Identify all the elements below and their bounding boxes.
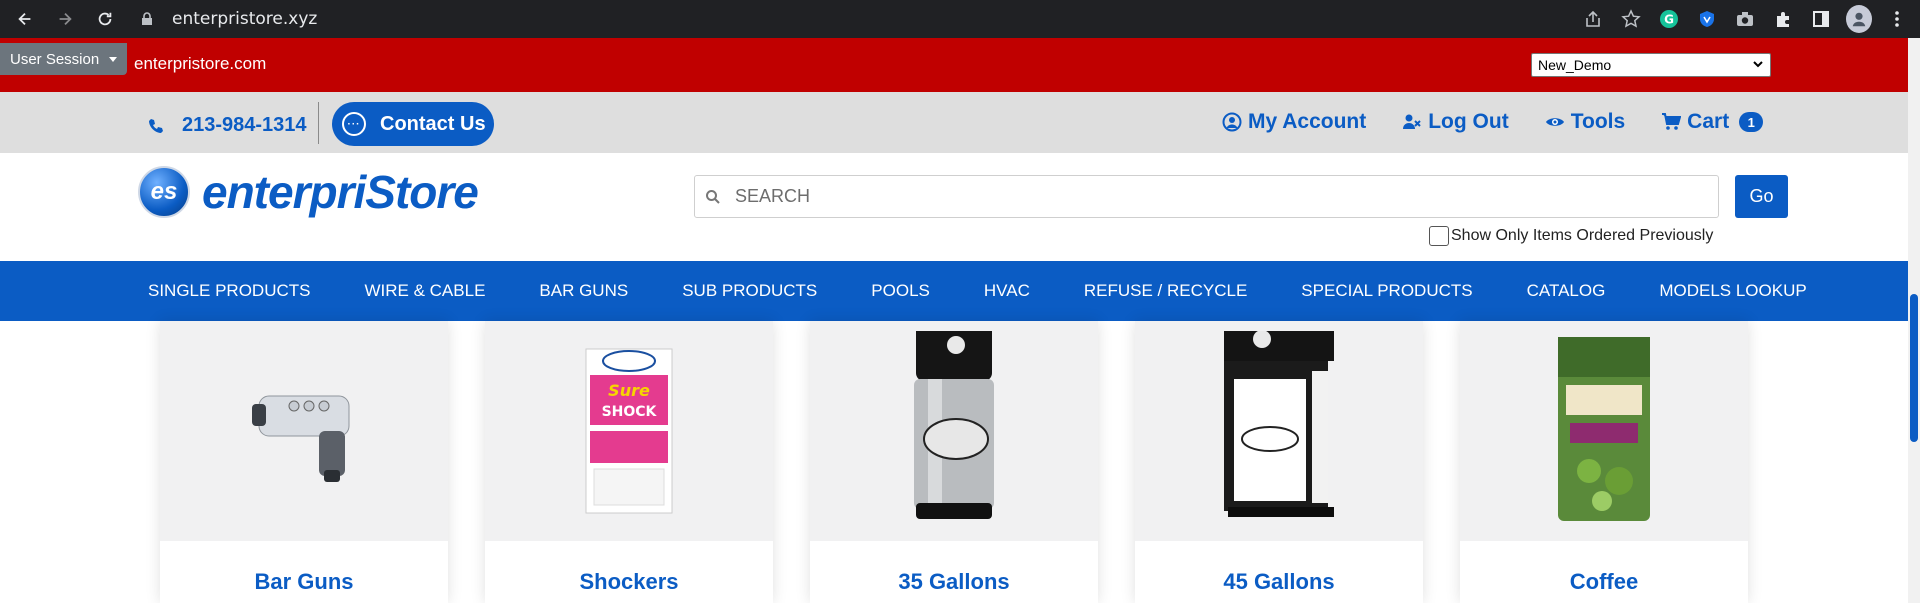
- logo-text: enterpriStore: [202, 166, 479, 218]
- product-card[interactable]: 45 Gallons: [1135, 321, 1423, 603]
- bookmark-star-icon[interactable]: [1618, 6, 1644, 32]
- contact-us-button[interactable]: ··· Contact Us: [332, 102, 494, 146]
- chevron-down-icon: [1752, 57, 1764, 73]
- log-out-link[interactable]: Log Out: [1402, 110, 1509, 134]
- product-image-35-gallon-receptacle[interactable]: [810, 321, 1098, 541]
- cart-icon: [1662, 113, 1682, 130]
- nav-item-models-lookup[interactable]: MODELS LOOKUP: [1659, 281, 1806, 301]
- tools-link[interactable]: Tools: [1545, 110, 1625, 134]
- tools-label: Tools: [1570, 110, 1626, 133]
- nav-item-refuse-recycle[interactable]: REFUSE / RECYCLE: [1084, 281, 1247, 301]
- user-remove-icon: [1403, 114, 1421, 129]
- product-card[interactable]: Sure SHOCK Shockers: [485, 321, 773, 603]
- back-icon[interactable]: [14, 8, 36, 30]
- log-out-label: Log Out: [1428, 110, 1509, 133]
- cart-count-badge: 1: [1739, 112, 1764, 132]
- phone-number: 213-984-1314: [182, 114, 307, 136]
- nav-item-pools[interactable]: POOLS: [871, 281, 930, 301]
- cart-link[interactable]: Cart 1: [1661, 110, 1764, 134]
- phone-icon: [149, 118, 163, 133]
- contact-us-label: Contact Us: [380, 112, 486, 135]
- product-image-45-gallon-receptacle[interactable]: [1135, 321, 1423, 541]
- page-scrollbar[interactable]: [1908, 38, 1920, 603]
- vpn-shield-extension-icon[interactable]: [1694, 6, 1720, 32]
- user-circle-icon: [1222, 112, 1242, 132]
- product-image-bar-gun[interactable]: [160, 321, 448, 541]
- address-bar[interactable]: enterpristore.xyz: [140, 4, 1620, 34]
- product-card[interactable]: 35 Gallons: [810, 321, 1098, 603]
- nav-item-wire-cable[interactable]: WIRE & CABLE: [364, 281, 485, 301]
- product-title[interactable]: 45 Gallons: [1135, 569, 1423, 595]
- site-header: es enterpriStore SEARCH Go Show Only Ite…: [0, 153, 1908, 261]
- search-placeholder: SEARCH: [735, 186, 811, 206]
- product-image-shocker[interactable]: Sure SHOCK: [485, 321, 773, 541]
- browser-toolbar: enterpristore.xyz G: [0, 0, 1920, 38]
- nav-item-single-products[interactable]: SINGLE PRODUCTS: [148, 281, 310, 301]
- nav-item-hvac[interactable]: HVAC: [984, 281, 1030, 301]
- camera-extension-icon[interactable]: [1732, 6, 1758, 32]
- prev-items-label: Show Only Items Ordered Previously: [1451, 227, 1714, 244]
- logo-badge: es: [138, 166, 190, 218]
- user-session-dropdown[interactable]: User Session: [0, 43, 128, 75]
- product-title[interactable]: 35 Gallons: [810, 569, 1098, 595]
- svg-text:SHOCK: SHOCK: [602, 404, 658, 420]
- product-card[interactable]: Bar Guns: [160, 321, 448, 603]
- product-card[interactable]: Coffee: [1460, 321, 1748, 603]
- grammarly-extension-icon[interactable]: G: [1656, 6, 1682, 32]
- demo-select[interactable]: New_Demo: [1531, 53, 1771, 77]
- profile-avatar[interactable]: [1846, 5, 1872, 33]
- site-logo[interactable]: es enterpriStore: [138, 165, 479, 219]
- reload-icon[interactable]: [94, 8, 116, 30]
- prev-items-checkbox-group[interactable]: Show Only Items Ordered Previously: [1429, 226, 1713, 246]
- nav-item-sub-products[interactable]: SUB PRODUCTS: [682, 281, 817, 301]
- prev-items-checkbox[interactable]: [1429, 226, 1449, 246]
- chat-bubble-icon: ···: [342, 112, 366, 136]
- product-image-coffee[interactable]: [1460, 321, 1748, 541]
- demo-select-value: New_Demo: [1538, 57, 1612, 73]
- svg-text:G: G: [1664, 13, 1674, 27]
- my-account-label: My Account: [1248, 110, 1367, 133]
- lock-icon: [142, 12, 152, 25]
- phone-link[interactable]: 213-984-1314: [148, 114, 307, 137]
- search-input[interactable]: SEARCH: [694, 175, 1719, 218]
- svg-text:Sure: Sure: [608, 381, 650, 400]
- scrollbar-thumb[interactable]: [1910, 294, 1918, 442]
- product-title[interactable]: Shockers: [485, 569, 773, 595]
- eye-icon: [1545, 118, 1564, 126]
- cart-label: Cart: [1687, 110, 1730, 133]
- session-bar: User Session enterpristore.com New_Demo: [0, 38, 1908, 92]
- product-title[interactable]: Coffee: [1460, 569, 1748, 595]
- caret-down-icon: [109, 56, 118, 62]
- nav-item-special-products[interactable]: SPECIAL PRODUCTS: [1301, 281, 1472, 301]
- nav-item-bar-guns[interactable]: BAR GUNS: [539, 281, 628, 301]
- product-title[interactable]: Bar Guns: [160, 569, 448, 595]
- extensions-puzzle-icon[interactable]: [1770, 6, 1796, 32]
- search-icon: [706, 189, 720, 204]
- forward-icon[interactable]: [54, 8, 76, 30]
- side-panel-icon[interactable]: [1808, 6, 1834, 32]
- divider: [318, 102, 319, 144]
- product-grid: Bar Guns Sure SHOCK Shockers 35 Gallons …: [135, 321, 1773, 603]
- my-account-link[interactable]: My Account: [1222, 110, 1366, 134]
- go-button[interactable]: Go: [1735, 175, 1788, 218]
- url-text: enterpristore.xyz: [172, 9, 318, 29]
- utility-bar: 213-984-1314 ··· Contact Us My Account L…: [0, 92, 1908, 153]
- session-domain: enterpristore.com: [134, 54, 267, 73]
- browser-menu-icon[interactable]: [1884, 6, 1910, 32]
- user-session-label: User Session: [10, 50, 100, 68]
- nav-item-catalog[interactable]: CATALOG: [1527, 281, 1606, 301]
- main-nav: SINGLE PRODUCTS WIRE & CABLE BAR GUNS SU…: [0, 261, 1908, 321]
- share-icon[interactable]: [1580, 6, 1606, 32]
